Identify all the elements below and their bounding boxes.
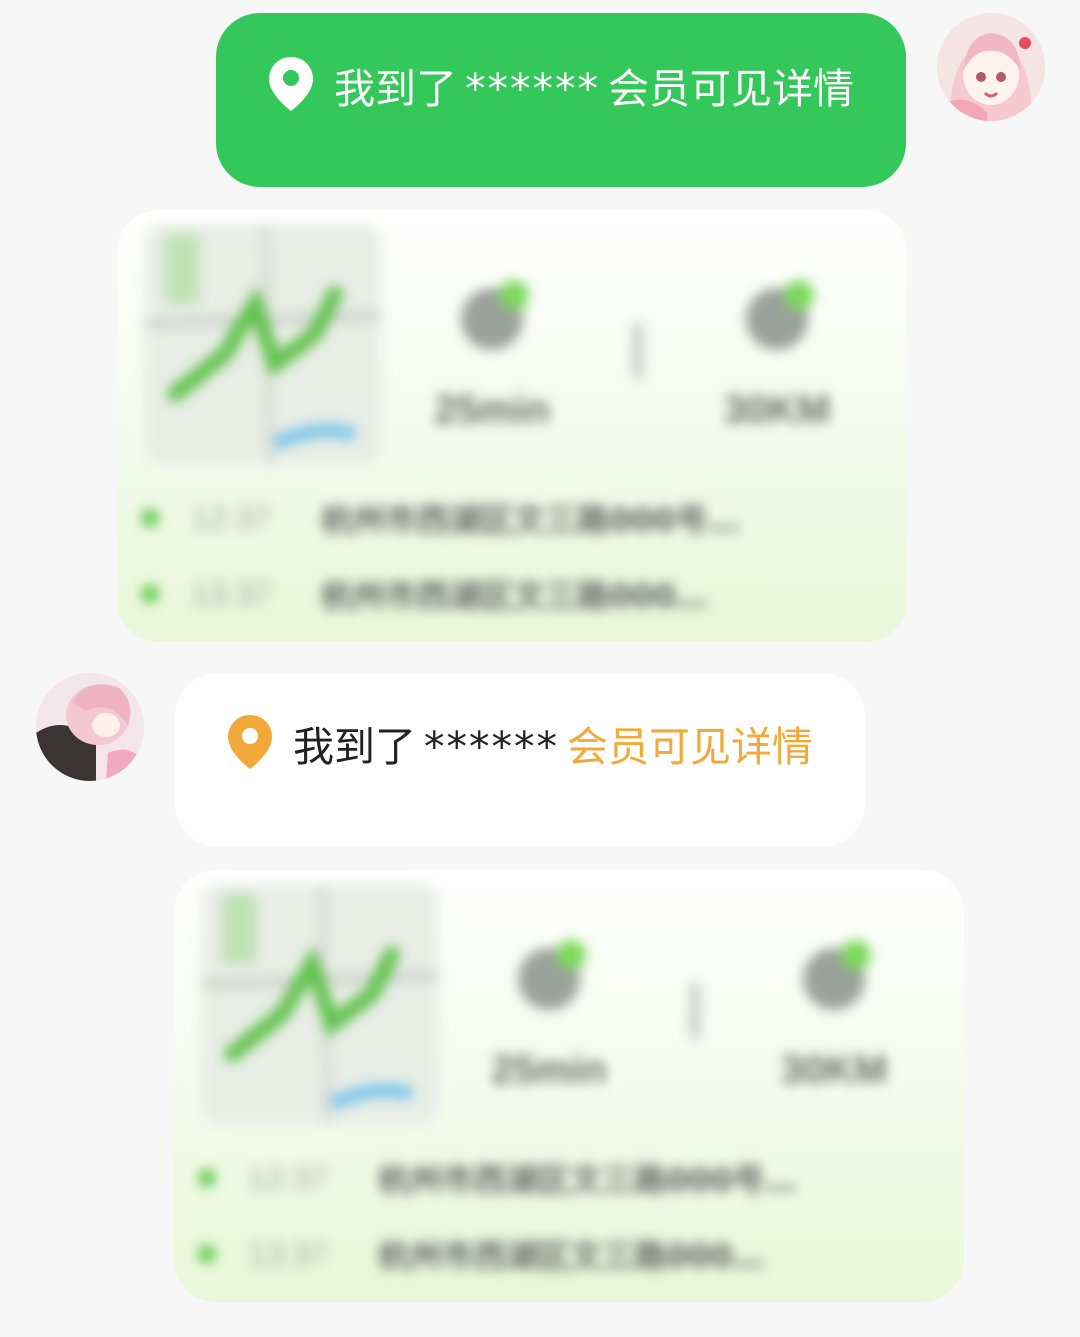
stop-address: 杭州市西湖区文三路000… <box>321 577 708 615</box>
location-pin-icon <box>225 713 275 787</box>
contact-avatar[interactable] <box>36 673 144 781</box>
stat-divider <box>690 982 700 1040</box>
distance-value: 30KM <box>780 1048 888 1092</box>
location-pin-icon <box>266 55 316 129</box>
stop-time: 13:37 <box>191 575 272 612</box>
stop-dot-icon <box>198 1169 216 1187</box>
vip-only-link[interactable]: 会员可见详情 <box>608 65 854 113</box>
duration-value: 25min <box>491 1048 607 1092</box>
clock-icon <box>518 940 586 1010</box>
distance-stat: 30KM <box>759 940 909 1093</box>
stop-time: 12:37 <box>191 499 272 536</box>
duration-value: 25min <box>434 388 550 432</box>
car-icon <box>746 280 814 350</box>
route-stop: 13:37 杭州市西湖区文三路000… <box>198 1234 918 1275</box>
stop-dot-icon <box>141 509 159 527</box>
duration-stat: 25min <box>474 940 624 1093</box>
message-text: 我到了 <box>334 65 457 113</box>
received-location-message[interactable]: 我到了 ****** 会员可见详情 <box>175 673 865 847</box>
route-card[interactable]: 25min 30KM 12:37 杭州市西湖区文三路000号… 13:37 杭州… <box>117 210 907 642</box>
stop-address: 杭州市西湖区文三路000号… <box>321 501 740 539</box>
message-text: 我到了 <box>293 723 416 771</box>
stop-time: 12:37 <box>248 1159 329 1196</box>
masked-location: ****** <box>424 723 559 771</box>
car-icon <box>803 940 871 1010</box>
stop-address: 杭州市西湖区文三路000… <box>378 1237 765 1275</box>
route-stop: 12:37 杭州市西湖区文三路000号… <box>198 1158 918 1199</box>
vip-only-link[interactable]: 会员可见详情 <box>567 723 813 771</box>
my-avatar[interactable] <box>937 13 1045 121</box>
stop-address: 杭州市西湖区文三路000号… <box>378 1161 797 1199</box>
route-stop: 12:37 杭州市西湖区文三路000号… <box>141 498 861 539</box>
route-map-thumbnail <box>145 224 381 464</box>
distance-stat: 30KM <box>702 280 852 433</box>
distance-value: 30KM <box>723 388 831 432</box>
stop-dot-icon <box>141 585 159 603</box>
route-stop: 13:37 杭州市西湖区文三路000… <box>141 574 861 615</box>
stop-dot-icon <box>198 1245 216 1263</box>
sent-location-message[interactable]: 我到了 ****** 会员可见详情 <box>216 13 906 187</box>
stat-divider <box>633 322 643 380</box>
duration-stat: 25min <box>417 280 567 433</box>
route-map-thumbnail <box>202 884 438 1124</box>
clock-icon <box>461 280 529 350</box>
stop-time: 13:37 <box>248 1235 329 1272</box>
route-card[interactable]: 25min 30KM 12:37 杭州市西湖区文三路000号… 13:37 杭州… <box>174 870 964 1302</box>
masked-location: ****** <box>465 65 600 113</box>
